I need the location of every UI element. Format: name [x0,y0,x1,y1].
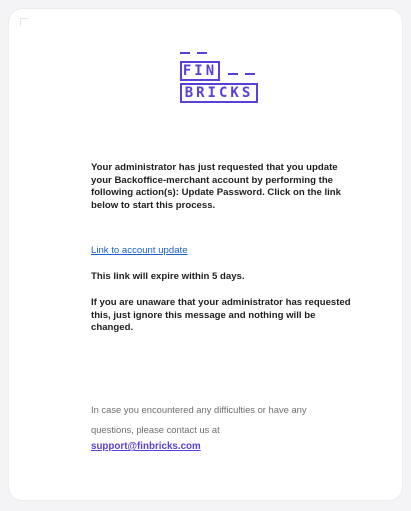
email-page: FIN BRICKS Your administrator has just r… [0,0,411,511]
logo-bar-2 [197,52,207,54]
email-card: FIN BRICKS Your administrator has just r… [8,8,403,501]
update-request-message: Your administrator has just requested th… [91,162,341,211]
logo-bricks-box: BRICKS [180,83,258,103]
logo-bar-1 [180,52,190,54]
logo-bar-4 [245,73,255,75]
link-expiry-notice: This link will expire within 5 days. [91,271,245,282]
support-email-link[interactable]: support@finbricks.com [91,441,359,454]
logo-fin-box: FIN [180,61,220,81]
account-update-link[interactable]: Link to account update [91,245,359,258]
logo-bar-3 [228,73,238,75]
ignore-notice: If you are unaware that your administrat… [91,297,351,334]
corner-decoration [20,18,28,26]
help-text: In case you encountered any difficulties… [91,404,307,435]
logo-fin-text: FIN [182,63,218,79]
finbricks-logo: FIN BRICKS [172,47,272,113]
logo-bricks-text: BRICKS [184,85,254,101]
